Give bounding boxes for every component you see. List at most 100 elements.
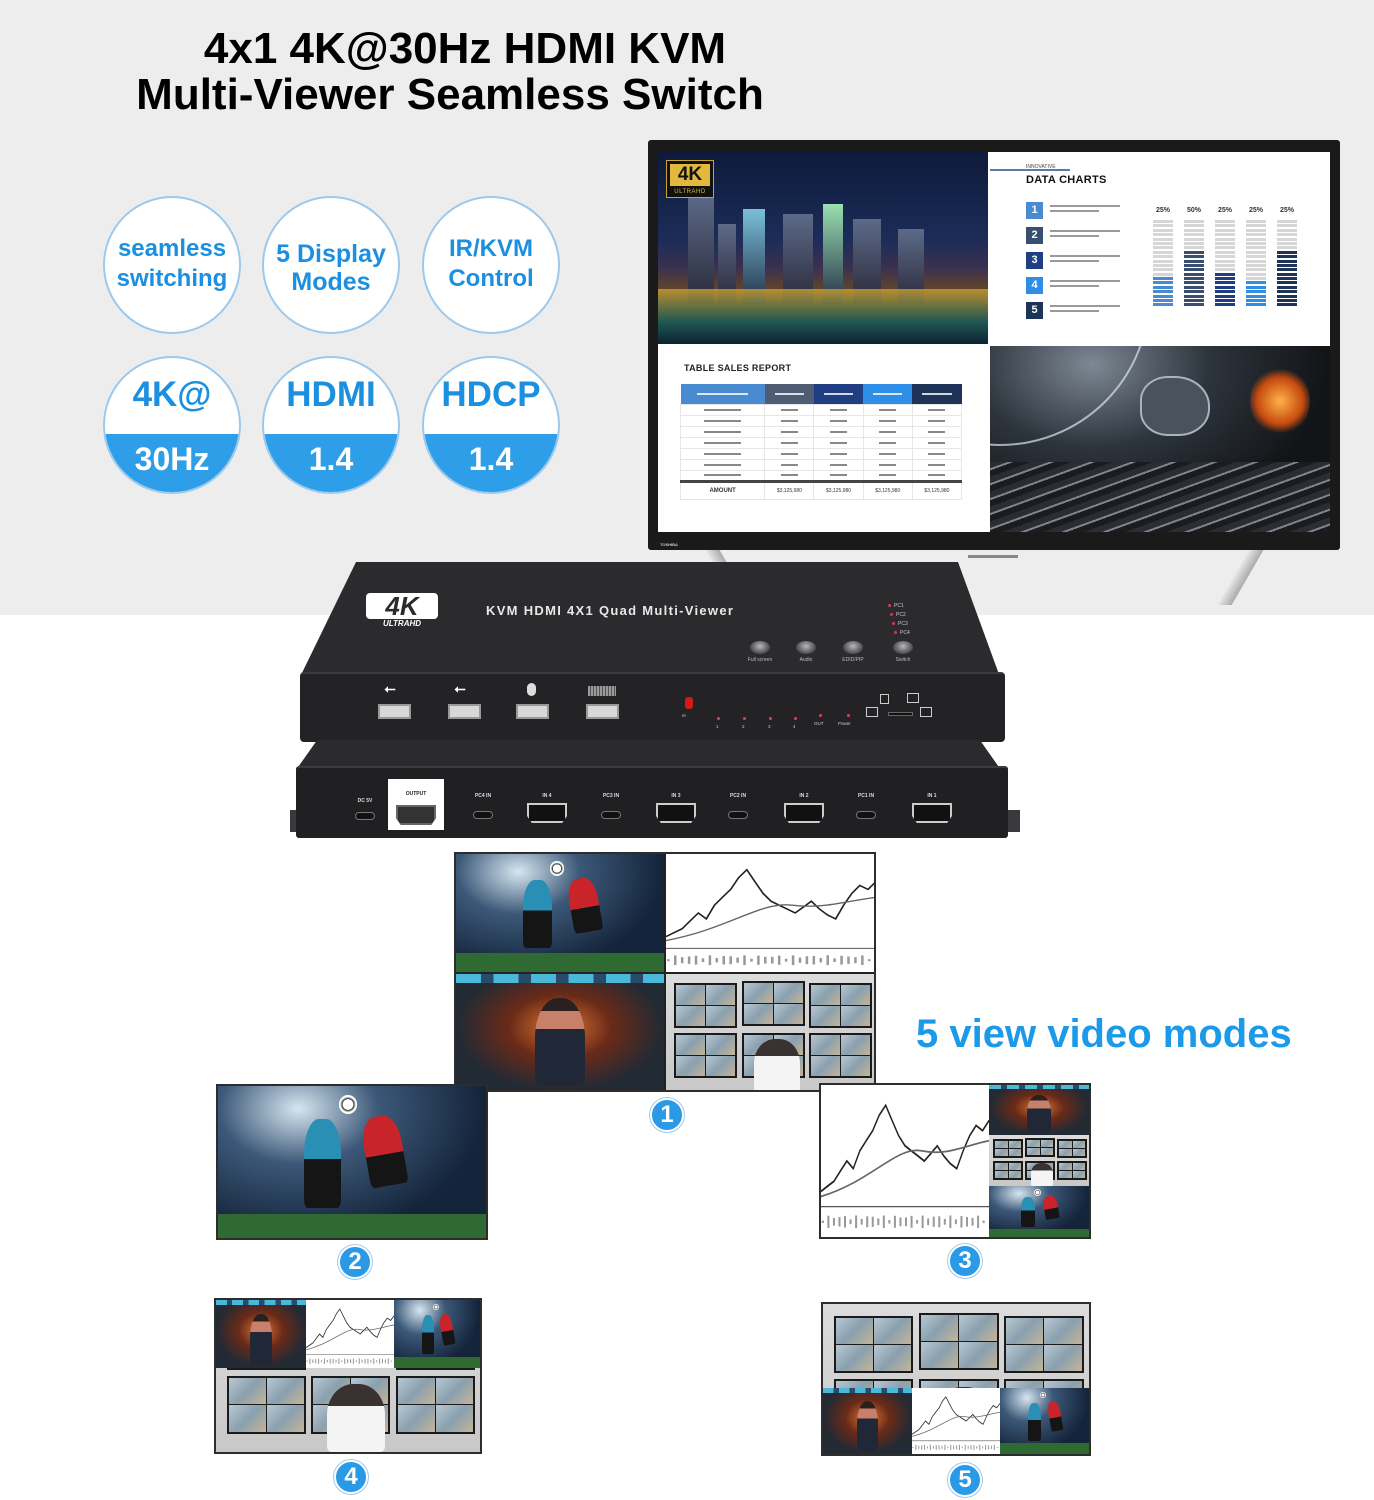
bar: [1215, 220, 1235, 312]
list-item-text: [1050, 255, 1120, 267]
dc-5v-port[interactable]: [355, 812, 375, 820]
volume-bar: [326, 1359, 328, 1363]
table-total-row: AMOUNT $3,125,980 $3,125,980 $3,125,980 $3,1…: [679, 479, 963, 500]
quadrant-city-night: 4K ULTRAHD: [658, 152, 988, 344]
pc2-usb-port[interactable]: [728, 811, 748, 819]
game-scene: [989, 1085, 1089, 1135]
hdmi-output-port[interactable]: [396, 805, 436, 825]
volume-bar: [722, 955, 726, 965]
volume-bar: [932, 1446, 934, 1449]
volume-bar: [771, 956, 774, 964]
port-label: PC1 IN: [857, 793, 875, 799]
volume-bar: [926, 1446, 929, 1449]
table-row: [679, 447, 963, 460]
keyboard-usb-port[interactable]: [586, 704, 619, 719]
explosion: [1250, 366, 1310, 436]
usb-icon: ⭠: [384, 680, 396, 696]
switch-button[interactable]: [893, 641, 913, 654]
logo-sub: ULTRAHD: [382, 619, 422, 628]
cctv-monitor: [1057, 1139, 1087, 1159]
feature-text: 4K@: [132, 375, 212, 414]
layout-mode-switch[interactable]: [888, 712, 913, 716]
hdmi-in-4-port[interactable]: [527, 803, 567, 823]
tv-screen: 4K ULTRAHD INNOVATIVE DATA CHARTS 1 2 3 4 5 …: [658, 152, 1330, 532]
operator-person: [1031, 1163, 1053, 1186]
pc2-indicator: PC2: [890, 612, 906, 618]
hdmi-in-1-port[interactable]: [912, 803, 952, 823]
security-monitoring-scene: [666, 974, 874, 1090]
volume-bar: [667, 959, 670, 962]
usb-port-2[interactable]: [448, 704, 481, 719]
planet: [990, 346, 1150, 446]
price-line: [306, 1308, 394, 1349]
volume-bar: [826, 955, 829, 966]
volume-bar: [812, 955, 816, 965]
volume-bar: [833, 958, 836, 963]
feature-text: switching: [116, 265, 228, 292]
building: [688, 194, 714, 304]
list-item-text: [1050, 305, 1120, 317]
bar: [1153, 220, 1173, 312]
volume-bar: [352, 1358, 354, 1364]
game-scene: [216, 1300, 306, 1368]
feature-text: 1.4: [264, 434, 398, 492]
usb-port-1[interactable]: [378, 704, 411, 719]
pc4-usb-port[interactable]: [473, 811, 493, 819]
soccer-scene: [394, 1300, 480, 1368]
table-row: [679, 425, 963, 438]
pc1-usb-port[interactable]: [856, 811, 876, 819]
volume-bar: [860, 1218, 863, 1225]
volume-bar: [967, 1445, 969, 1449]
audio-button[interactable]: [796, 641, 816, 654]
button-label: Switch: [895, 657, 911, 663]
volume-bar: [355, 1360, 357, 1363]
bar-label: 25%: [1279, 207, 1294, 214]
quadrant-sales-table: TABLE SALES REPORT AMOUNT $3,125,980 $3,12…: [658, 346, 988, 532]
logo-main: 4K: [670, 164, 710, 186]
quadrant-data-charts: INNOVATIVE DATA CHARTS 1 2 3 4 5 25% 50% 25% 25…: [990, 152, 1330, 344]
volume-bar: [819, 957, 823, 963]
volume-bar: [757, 955, 760, 965]
volume-bar: [929, 1444, 931, 1451]
mouse-usb-port[interactable]: [516, 704, 549, 719]
modes-heading: 5 view video modes: [916, 1012, 1292, 1056]
sales-table: AMOUNT $3,125,980 $3,125,980 $3,125,980 $3,1…: [679, 384, 963, 500]
soccer-scene: [456, 854, 664, 972]
port-label: IN 3: [671, 793, 681, 799]
debris: [990, 462, 1330, 532]
volume-bar: [341, 1360, 343, 1363]
volume-bar: [309, 1358, 311, 1364]
volume-bar: [381, 1359, 383, 1364]
pc3-usb-port[interactable]: [601, 811, 621, 819]
mode-number-badge: 5: [948, 1463, 982, 1497]
volume-bar: [960, 1216, 963, 1228]
list-number-3: 3: [1026, 252, 1043, 269]
volume-bar: [921, 1445, 923, 1450]
volume-bar: [993, 1444, 995, 1451]
volume-bar: [849, 1219, 852, 1225]
mode-number-badge: 1: [650, 1098, 684, 1132]
soccer-scene: [218, 1086, 486, 1238]
edid-pip-button[interactable]: [843, 641, 863, 654]
button-label: Audio: [799, 657, 813, 663]
volume-bar: [791, 955, 795, 966]
ir-receiver: [685, 697, 693, 709]
volume-bar: [306, 1360, 308, 1362]
volume-bar: [323, 1358, 325, 1365]
full-screen-button[interactable]: [750, 641, 770, 654]
mode-number-badge: 3: [948, 1244, 982, 1278]
volume-bar: [990, 1445, 992, 1450]
hdmi-in-3-port[interactable]: [656, 803, 696, 823]
list-number-4: 4: [1026, 277, 1043, 294]
tv-display: 4K ULTRAHD INNOVATIVE DATA CHARTS 1 2 3 4 5 …: [648, 140, 1340, 558]
volume-bar: [953, 1445, 955, 1450]
stock-chart-scene: [666, 854, 874, 972]
hdmi-in-2-port[interactable]: [784, 803, 824, 823]
led-label: 3: [768, 724, 771, 729]
feature-text: seamless: [117, 235, 227, 262]
cctv-monitor: [808, 983, 872, 1029]
device-model-label: KVM HDMI 4X1 Quad Multi-Viewer: [486, 603, 735, 618]
table-heading: TABLE SALES REPORT: [684, 363, 792, 373]
cctv-monitor: [741, 981, 805, 1026]
pc4-indicator: PC4: [894, 630, 910, 636]
